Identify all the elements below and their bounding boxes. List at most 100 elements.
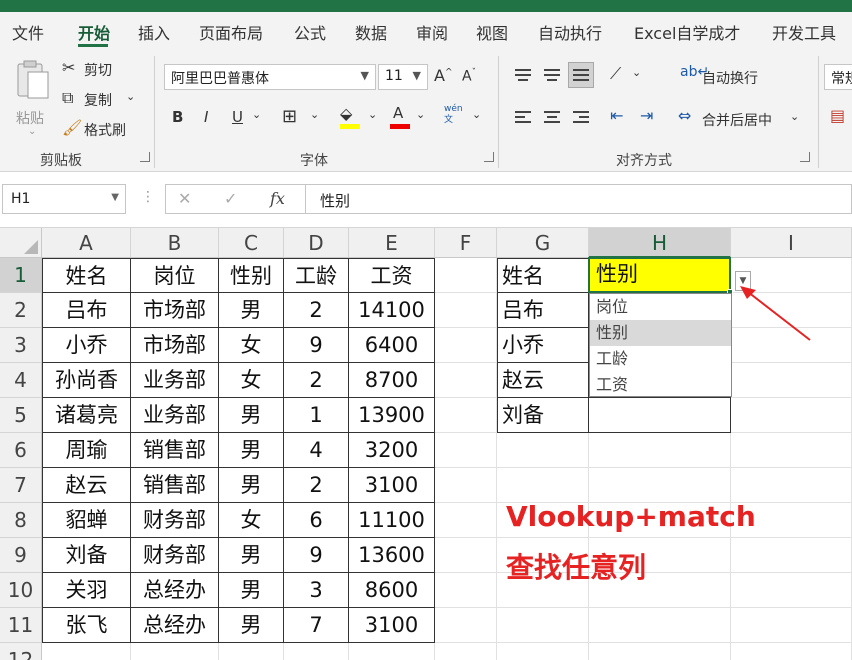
lookup-name-cell[interactable]: 吕布 [497, 293, 589, 328]
table-cell[interactable]: 业务部 [131, 398, 219, 433]
increase-font-icon[interactable]: A^ [434, 66, 453, 85]
chevron-down-icon[interactable]: ⌄ [632, 66, 641, 79]
formula-input[interactable]: 性别 [305, 184, 852, 214]
tab-insert[interactable]: 插入 [138, 20, 170, 44]
more-options-icon[interactable]: ⋮ [141, 189, 156, 205]
column-header-b[interactable]: B [131, 228, 219, 258]
table-cell[interactable]: 男 [219, 538, 284, 573]
tab-formulas[interactable]: 公式 [294, 20, 326, 44]
chevron-down-icon[interactable]: ⌄ [126, 90, 135, 103]
table-cell[interactable]: 孙尚香 [42, 363, 131, 398]
align-center-icon[interactable] [539, 104, 565, 130]
worksheet-grid[interactable]: ABCDEFGHI 1 2 3 4 5 6 7 8 9 10 11 12 姓名 岗位 性别 工龄 工资 吕布 市场… [0, 228, 852, 660]
orientation-icon[interactable]: ⟋ [610, 64, 621, 84]
table-cell[interactable]: 女 [219, 328, 284, 363]
copy-button[interactable]: 复制 [84, 90, 112, 110]
table-cell[interactable]: 男 [219, 293, 284, 328]
decrease-font-icon[interactable]: Aˇ [462, 68, 476, 85]
row-header-1[interactable]: 1 [0, 258, 42, 293]
conditional-format-icon[interactable]: ▤ [830, 106, 845, 125]
clipboard-launcher-icon[interactable] [140, 152, 150, 162]
column-header-d[interactable]: D [284, 228, 349, 258]
bottom-align-icon[interactable] [568, 62, 594, 88]
chevron-down-icon[interactable]: ⌄ [416, 108, 425, 121]
row-header-11[interactable]: 11 [0, 608, 42, 643]
table-cell[interactable]: 8700 [349, 363, 435, 398]
table-cell[interactable]: 销售部 [131, 468, 219, 503]
column-header-i[interactable]: I [731, 228, 852, 258]
table-cell[interactable]: 6400 [349, 328, 435, 363]
row-header-2[interactable]: 2 [0, 293, 42, 328]
cut-button[interactable]: 剪切 [84, 60, 112, 80]
select-all-button[interactable] [0, 228, 42, 258]
merge-center-button[interactable]: 合并后居中 [702, 110, 772, 130]
table-cell[interactable]: 总经办 [131, 573, 219, 608]
table-cell[interactable]: 业务部 [131, 363, 219, 398]
dropdown-option[interactable]: 岗位 [590, 294, 731, 320]
enter-icon[interactable]: ✓ [224, 189, 237, 208]
row-header-4[interactable]: 4 [0, 363, 42, 398]
column-header-c[interactable]: C [219, 228, 284, 258]
align-left-icon[interactable] [510, 104, 536, 130]
header-cell[interactable]: 岗位 [131, 258, 219, 293]
borders-icon[interactable]: ⊞ [282, 106, 297, 127]
align-right-icon[interactable] [568, 104, 594, 130]
table-cell[interactable]: 财务部 [131, 538, 219, 573]
tab-home[interactable]: 开始 [78, 20, 110, 44]
dropdown-option[interactable]: 工资 [590, 372, 731, 398]
chevron-down-icon[interactable]: ⌄ [252, 108, 261, 121]
lookup-name-cell[interactable]: 赵云 [497, 363, 589, 398]
row-header-7[interactable]: 7 [0, 468, 42, 503]
table-cell[interactable]: 13900 [349, 398, 435, 433]
increase-indent-icon[interactable]: ⇥ [640, 106, 653, 125]
selected-cell-h1[interactable]: 性别 [588, 257, 731, 293]
italic-button[interactable]: I [204, 108, 208, 126]
row-header-10[interactable]: 10 [0, 573, 42, 608]
row-header-6[interactable]: 6 [0, 433, 42, 468]
tab-developer[interactable]: 开发工具 [772, 20, 836, 44]
phonetic-guide-icon[interactable]: wén 文 [444, 104, 463, 126]
tab-data[interactable]: 数据 [355, 20, 387, 44]
table-cell[interactable]: 3100 [349, 608, 435, 643]
tab-view[interactable]: 视图 [476, 20, 508, 44]
table-cell[interactable]: 周瑜 [42, 433, 131, 468]
middle-align-icon[interactable] [539, 62, 565, 88]
chevron-down-icon[interactable]: ⌄ [310, 108, 319, 121]
table-cell[interactable]: 男 [219, 398, 284, 433]
table-cell[interactable]: 2 [284, 293, 349, 328]
row-header-8[interactable]: 8 [0, 503, 42, 538]
table-cell[interactable]: 2 [284, 363, 349, 398]
column-header-a[interactable]: A [42, 228, 131, 258]
table-cell[interactable]: 貂蝉 [42, 503, 131, 538]
row-header-9[interactable]: 9 [0, 538, 42, 573]
underline-button[interactable]: U [232, 108, 243, 126]
table-cell[interactable]: 销售部 [131, 433, 219, 468]
row-header-12[interactable]: 12 [0, 643, 42, 660]
table-cell[interactable]: 赵云 [42, 468, 131, 503]
font-family-select[interactable]: 阿里巴巴普惠体 ▼ [164, 64, 376, 90]
table-cell[interactable]: 3200 [349, 433, 435, 468]
chevron-down-icon[interactable]: ⌄ [368, 108, 377, 121]
table-cell[interactable]: 男 [219, 433, 284, 468]
lookup-result-cell[interactable] [589, 398, 731, 433]
table-cell[interactable]: 8600 [349, 573, 435, 608]
table-cell[interactable]: 4 [284, 433, 349, 468]
table-cell[interactable]: 11100 [349, 503, 435, 538]
chevron-down-icon[interactable]: ⌄ [790, 110, 799, 123]
table-cell[interactable]: 张飞 [42, 608, 131, 643]
table-cell[interactable]: 财务部 [131, 503, 219, 538]
dropdown-option[interactable]: 工龄 [590, 346, 731, 372]
table-cell[interactable]: 总经办 [131, 608, 219, 643]
header-cell[interactable]: 工龄 [284, 258, 349, 293]
table-cell[interactable]: 14100 [349, 293, 435, 328]
font-size-select[interactable]: 11 ▼ [378, 64, 428, 90]
column-header-f[interactable]: F [435, 228, 497, 258]
dropdown-option[interactable]: 性别 [590, 320, 731, 346]
table-cell[interactable]: 9 [284, 538, 349, 573]
table-cell[interactable]: 小乔 [42, 328, 131, 363]
table-cell[interactable]: 3100 [349, 468, 435, 503]
paste-button[interactable]: 粘贴 ⌄ [10, 58, 54, 138]
insert-function-icon[interactable]: fx [270, 189, 285, 208]
table-cell[interactable]: 3 [284, 573, 349, 608]
format-painter-button[interactable]: 格式刷 [84, 120, 126, 140]
